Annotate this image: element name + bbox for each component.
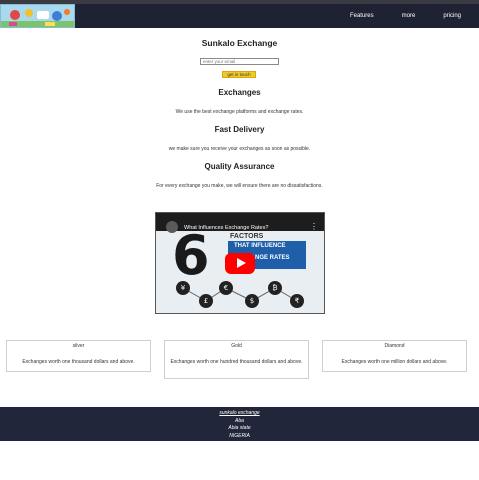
plan-card-diamond: Diamond Exchanges worth one million doll… xyxy=(322,340,467,372)
plan-card-gold: Gold Exchanges worth one hundred thousan… xyxy=(164,340,309,379)
section-text-fast-delivery: we make sure you receive your exchanges … xyxy=(168,146,311,152)
page-title: Sunkalo Exchange xyxy=(201,38,278,48)
logo-image[interactable] xyxy=(0,4,75,28)
footer-city: Aba xyxy=(235,417,244,424)
coin-pound-icon: £ xyxy=(199,294,213,308)
plan-description: Exchanges worth one million dollars and … xyxy=(341,359,448,365)
logo-graphic xyxy=(1,5,74,27)
get-in-touch-button[interactable]: get in touch xyxy=(222,71,256,78)
plan-description: Exchanges worth one thousand dollars and… xyxy=(22,359,135,365)
coin-euro-icon: € xyxy=(219,281,233,295)
play-icon[interactable] xyxy=(237,258,246,268)
plan-description: Exchanges worth one hundred thousand dol… xyxy=(170,359,303,365)
navbar: Features more pricing xyxy=(0,4,479,28)
section-title-exchanges: Exchanges xyxy=(218,88,261,97)
coin-rupee-icon: ₹ xyxy=(290,294,304,308)
coin-bitcoin-icon: ₿ xyxy=(268,281,282,295)
nav-pricing-link[interactable]: pricing xyxy=(443,13,461,19)
footer: sunkalo exchange Aba Abia state NIGERIA xyxy=(0,407,479,441)
section-text-exchanges: We use the best exchange platforms and e… xyxy=(175,109,304,115)
coin-dollar-icon: $ xyxy=(245,294,259,308)
section-text-quality: For every exchange you make, we will ens… xyxy=(156,183,323,189)
plan-name: silver xyxy=(72,343,85,349)
footer-link[interactable]: sunkalo exchange xyxy=(0,410,479,418)
plan-name: Diamond xyxy=(384,343,405,349)
section-title-quality: Quality Assurance xyxy=(204,162,275,171)
video-embed[interactable]: 6 FACTORS THAT INFLUENCE EXCHANGE RATES … xyxy=(155,212,325,314)
email-input[interactable]: enter your email xyxy=(200,58,279,65)
plan-card-silver: silver Exchanges worth one thousand doll… xyxy=(6,340,151,372)
section-title-fast-delivery: Fast Delivery xyxy=(214,125,265,134)
plan-name: Gold xyxy=(231,343,242,349)
footer-country: NIGERIA xyxy=(229,432,250,439)
footer-state: Abia state xyxy=(228,425,251,431)
nav-more-link[interactable]: more xyxy=(402,13,416,19)
nav-features-link[interactable]: Features xyxy=(350,13,374,19)
coin-yen-icon: ¥ xyxy=(176,281,190,295)
nav-links: Features more pricing xyxy=(322,4,461,28)
